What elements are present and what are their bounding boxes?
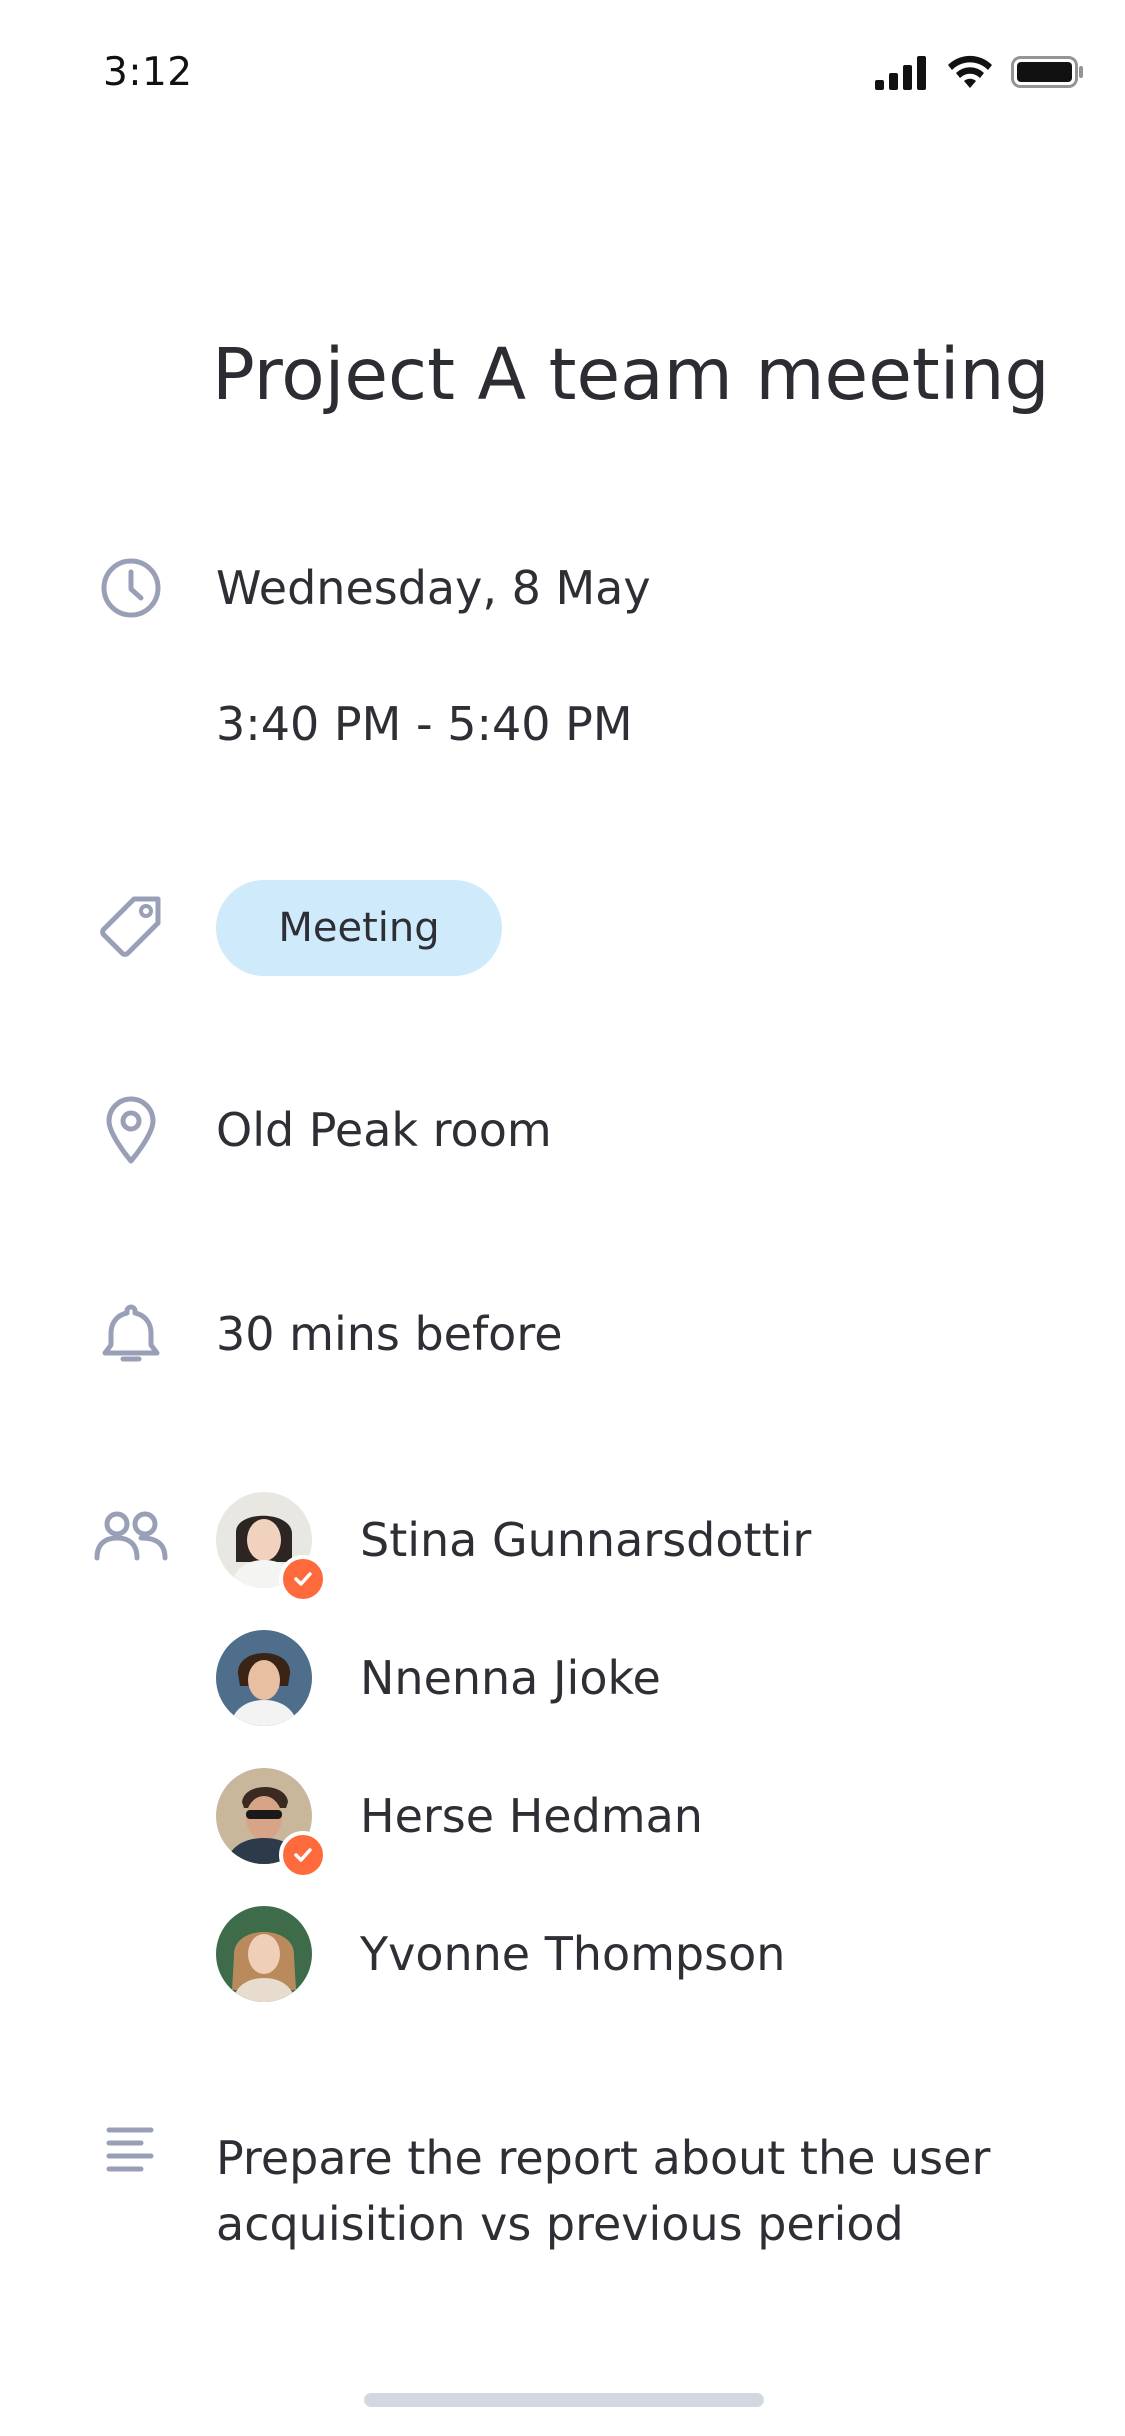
event-reminder[interactable]: 30 mins before [216, 1304, 563, 1364]
tag-icon [93, 890, 169, 966]
participant-row[interactable]: Nnenna Jioke [216, 1630, 1016, 1726]
event-date[interactable]: Wednesday, 8 May [216, 558, 651, 618]
event-time-range[interactable]: 3:40 PM - 5:40 PM [216, 694, 633, 754]
event-notes[interactable]: Prepare the report about the user acquis… [216, 2125, 1016, 2257]
accepted-check-icon [279, 1831, 327, 1879]
participant-name: Herse Hedman [360, 1789, 703, 1843]
signal-icon [875, 56, 926, 90]
clock-icon [93, 550, 169, 626]
wifi-icon [948, 55, 992, 88]
participant-row[interactable]: Yvonne Thompson [216, 1906, 1016, 2002]
accepted-check-icon [279, 1555, 327, 1603]
event-title: Project A team meeting [212, 333, 1050, 416]
notes-icon [93, 2112, 169, 2188]
participant-name: Nnenna Jioke [360, 1651, 661, 1705]
battery-icon [1011, 56, 1083, 88]
participant-name: Stina Gunnarsdottir [360, 1513, 812, 1567]
people-icon [93, 1498, 169, 1574]
status-icons [875, 50, 1085, 94]
avatar [216, 1630, 312, 1726]
location-pin-icon [93, 1092, 169, 1168]
status-time: 3:12 [103, 50, 193, 95]
participant-row[interactable]: Herse Hedman [216, 1768, 1016, 1879]
bell-icon [93, 1296, 169, 1372]
status-bar: 3:12 [0, 0, 1125, 140]
event-location[interactable]: Old Peak room [216, 1100, 552, 1160]
avatar [216, 1906, 312, 2002]
participant-row[interactable]: Stina Gunnarsdottir [216, 1492, 1016, 1603]
home-indicator[interactable] [364, 2393, 764, 2407]
tag-chip[interactable]: Meeting [216, 880, 502, 976]
participant-name: Yvonne Thompson [360, 1927, 786, 1981]
